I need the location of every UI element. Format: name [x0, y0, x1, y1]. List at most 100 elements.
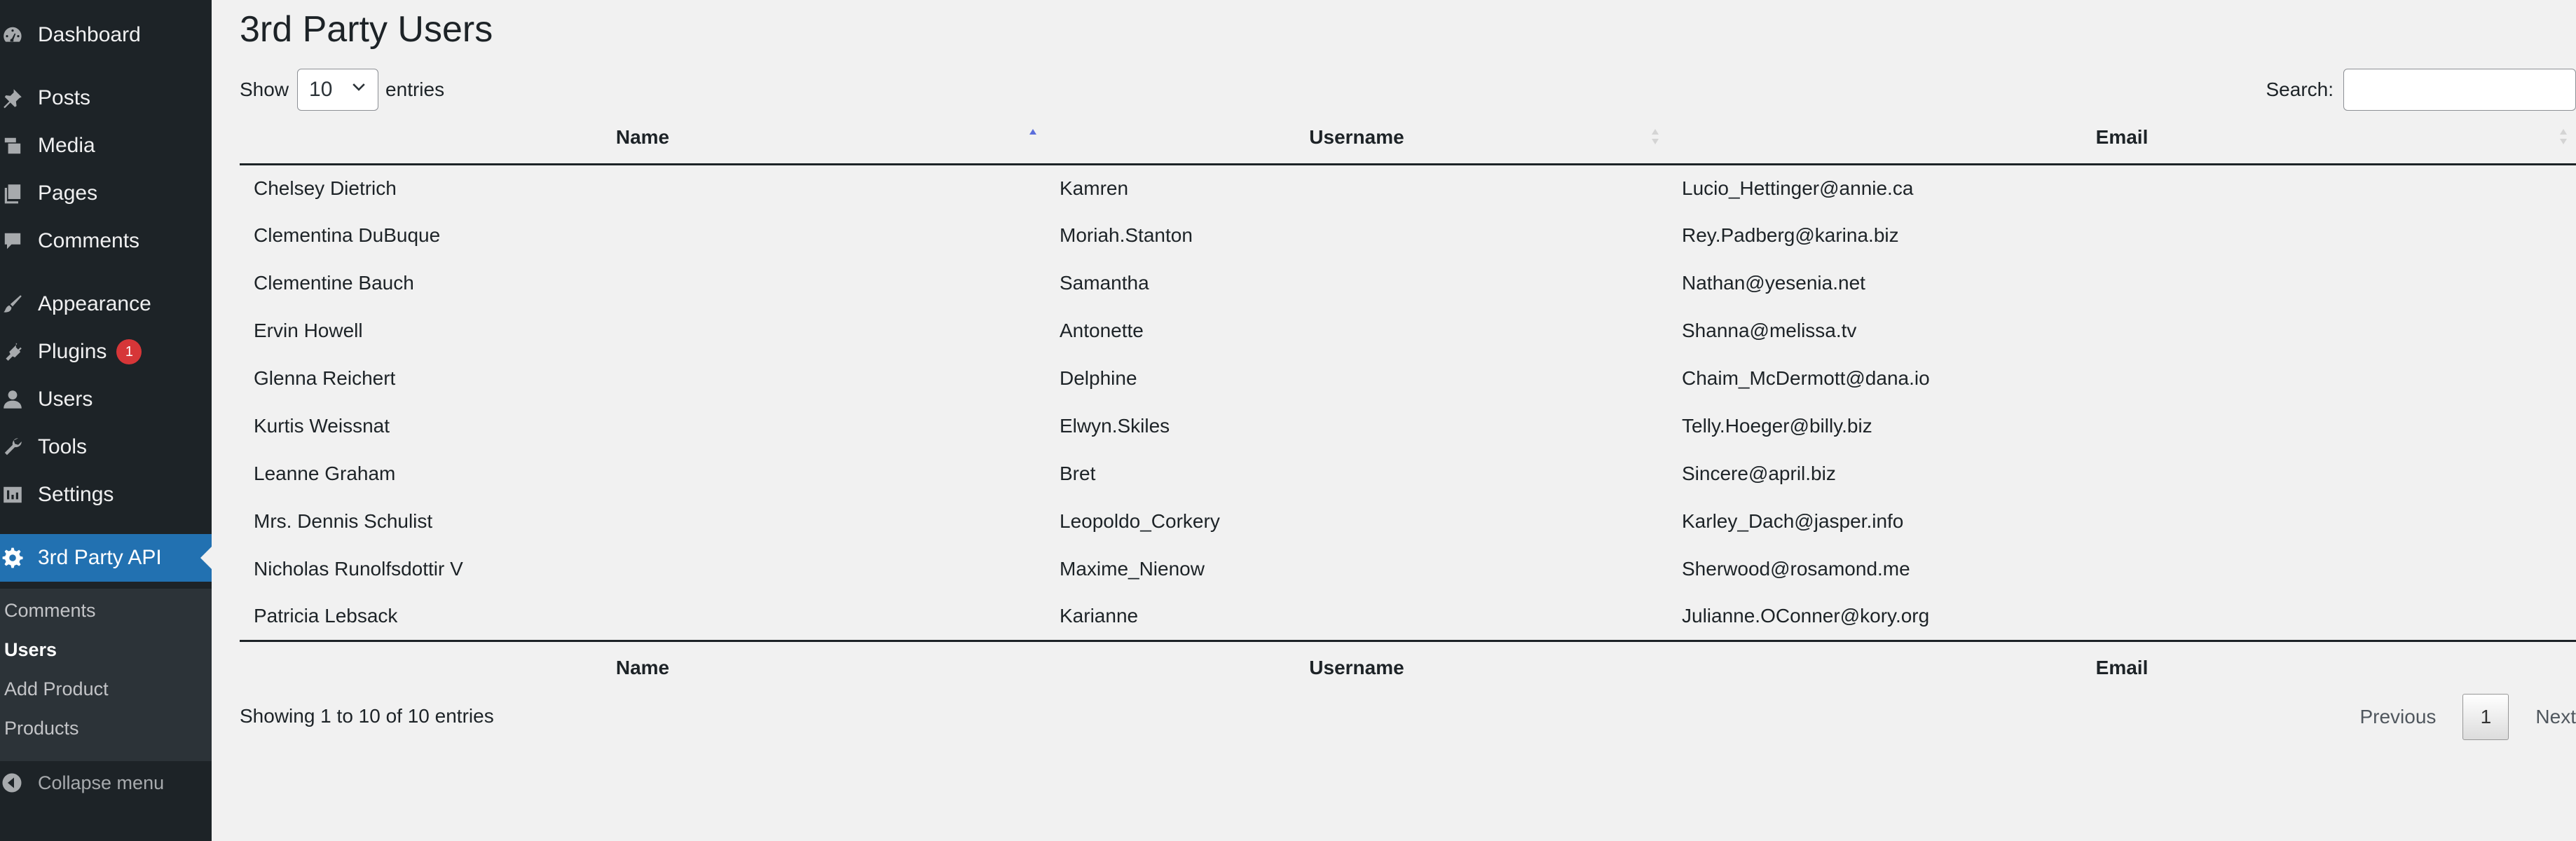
- cell-name: Clementine Bauch: [254, 272, 414, 294]
- plug-icon: [0, 328, 38, 376]
- column-header-username[interactable]: Username: [1046, 112, 1668, 165]
- brush-icon: [0, 280, 38, 328]
- cell-email: Sherwood@rosamond.me: [1682, 558, 1910, 580]
- submenu-item-products[interactable]: Products: [4, 711, 79, 746]
- menu-item-media[interactable]: Media: [0, 122, 212, 170]
- search-control: Search:: [2266, 69, 2576, 111]
- search-input[interactable]: [2343, 69, 2576, 111]
- cell-name: Glenna Reichert: [254, 367, 396, 389]
- collapse-menu-button[interactable]: Collapse menu: [0, 761, 212, 805]
- cell-username: Samantha: [1060, 272, 1149, 294]
- pagination: Previous 1 Next: [2341, 694, 2576, 740]
- footer-column-name: Name: [240, 639, 1046, 694]
- cell-email: Julianne.OConner@kory.org: [1682, 605, 1930, 627]
- menu-item-tools[interactable]: Tools: [0, 423, 212, 471]
- settings-icon: [0, 471, 38, 519]
- menu-label: Comments: [38, 229, 140, 252]
- entries-select[interactable]: 10: [297, 69, 379, 111]
- menu-item-dashboard[interactable]: Dashboard: [0, 11, 212, 59]
- collapse-arrow-icon: [0, 761, 38, 805]
- table-info: Showing 1 to 10 of 10 entries: [240, 705, 494, 727]
- cell-username: Kamren: [1060, 177, 1129, 199]
- cell-email: Telly.Hoeger@billy.biz: [1682, 415, 1872, 437]
- menu-label: Plugins: [38, 340, 107, 363]
- gear-icon: [0, 534, 38, 582]
- table-footer-row: Name Username Email: [240, 639, 2576, 694]
- wrench-icon: [0, 423, 38, 471]
- table-row: Ervin Howell Antonette Shanna@melissa.tv: [240, 307, 2576, 355]
- menu-item-settings[interactable]: Settings: [0, 471, 212, 519]
- menu-label: 3rd Party API: [38, 546, 162, 569]
- page-title: 3rd Party Users: [240, 9, 493, 50]
- cell-name: Ervin Howell: [254, 320, 363, 341]
- submenu: Comments Users Add Product Products: [0, 589, 212, 761]
- submenu-item-comments[interactable]: Comments: [4, 593, 96, 628]
- footer-column-username: Username: [1046, 639, 1668, 694]
- length-suffix: entries: [385, 78, 445, 100]
- menu-label: Dashboard: [38, 23, 141, 46]
- menu-item-pages[interactable]: Pages: [0, 170, 212, 217]
- menu-label: Pages: [38, 182, 98, 205]
- next-page-button[interactable]: Next: [2517, 706, 2576, 728]
- sort-both-icon: [2558, 126, 2569, 147]
- collapse-menu-label: Collapse menu: [38, 772, 165, 793]
- column-header-label: Username: [1309, 126, 1404, 149]
- footer-column-email: Email: [1668, 639, 2576, 694]
- menu-label: Users: [38, 388, 93, 411]
- cell-username: Bret: [1060, 463, 1096, 484]
- table-header-row: Name Username Email: [240, 112, 2576, 165]
- cell-email: Chaim_McDermott@dana.io: [1682, 367, 1930, 389]
- column-header-name[interactable]: Name: [240, 112, 1046, 165]
- pages-icon: [0, 170, 38, 217]
- menu-item-posts[interactable]: Posts: [0, 74, 212, 122]
- previous-page-button[interactable]: Previous: [2341, 706, 2454, 728]
- submenu-item-users[interactable]: Users: [4, 632, 57, 667]
- media-icon: [0, 122, 38, 170]
- chevron-down-icon: [350, 78, 368, 102]
- cell-email: Karley_Dach@jasper.info: [1682, 510, 1904, 532]
- main-content: 3rd Party Users Show 10 entries Search: …: [240, 0, 2576, 841]
- comment-icon: [0, 217, 38, 265]
- cell-username: Elwyn.Skiles: [1060, 415, 1170, 437]
- cell-email: Sincere@april.biz: [1682, 463, 1836, 484]
- cell-username: Moriah.Stanton: [1060, 224, 1193, 246]
- sort-ascending-icon: [1027, 126, 1039, 147]
- column-header-email[interactable]: Email: [1668, 112, 2576, 165]
- dashboard-icon: [0, 11, 38, 59]
- update-count-badge: 1: [116, 339, 142, 364]
- entries-select-value: 10: [309, 78, 333, 101]
- cell-email: Rey.Padberg@karina.biz: [1682, 224, 1899, 246]
- table-row: Leanne Graham Bret Sincere@april.biz: [240, 450, 2576, 498]
- length-prefix: Show: [240, 78, 289, 100]
- table-row: Nicholas Runolfsdottir V Maxime_Nienow S…: [240, 545, 2576, 593]
- table-row: Kurtis Weissnat Elwyn.Skiles Telly.Hoege…: [240, 402, 2576, 450]
- cell-username: Maxime_Nienow: [1060, 558, 1205, 580]
- pin-icon: [0, 74, 38, 122]
- column-header-label: Name: [615, 126, 670, 149]
- cell-username: Leopoldo_Corkery: [1060, 510, 1220, 532]
- sort-both-icon: [1650, 126, 1661, 147]
- users-table: Name Username Email Chelsey Dietrich Kam…: [240, 112, 2576, 694]
- menu-item-plugins[interactable]: Plugins 1: [0, 328, 212, 376]
- menu-item-3rd-party-api[interactable]: 3rd Party API: [0, 534, 212, 582]
- cell-username: Antonette: [1060, 320, 1144, 341]
- menu-item-appearance[interactable]: Appearance: [0, 280, 212, 328]
- table-row: Clementina DuBuque Moriah.Stanton Rey.Pa…: [240, 212, 2576, 259]
- cell-email: Shanna@melissa.tv: [1682, 320, 1857, 341]
- table-row: Mrs. Dennis Schulist Leopoldo_Corkery Ka…: [240, 498, 2576, 545]
- submenu-item-add-product[interactable]: Add Product: [4, 671, 109, 706]
- table-row: Chelsey Dietrich Kamren Lucio_Hettinger@…: [240, 164, 2576, 212]
- menu-item-comments[interactable]: Comments: [0, 217, 212, 265]
- table-row: Clementine Bauch Samantha Nathan@yesenia…: [240, 259, 2576, 307]
- menu-label: Settings: [38, 483, 114, 506]
- cell-username: Karianne: [1060, 605, 1139, 627]
- cell-name: Patricia Lebsack: [254, 605, 398, 627]
- page-1-button[interactable]: 1: [2462, 694, 2509, 740]
- menu-label: Tools: [38, 435, 88, 458]
- cell-name: Chelsey Dietrich: [254, 177, 397, 199]
- search-label: Search:: [2266, 78, 2334, 100]
- entries-length-control: Show 10 entries: [240, 69, 444, 111]
- user-icon: [0, 376, 38, 423]
- menu-label: Media: [38, 134, 95, 157]
- menu-item-users[interactable]: Users: [0, 376, 212, 423]
